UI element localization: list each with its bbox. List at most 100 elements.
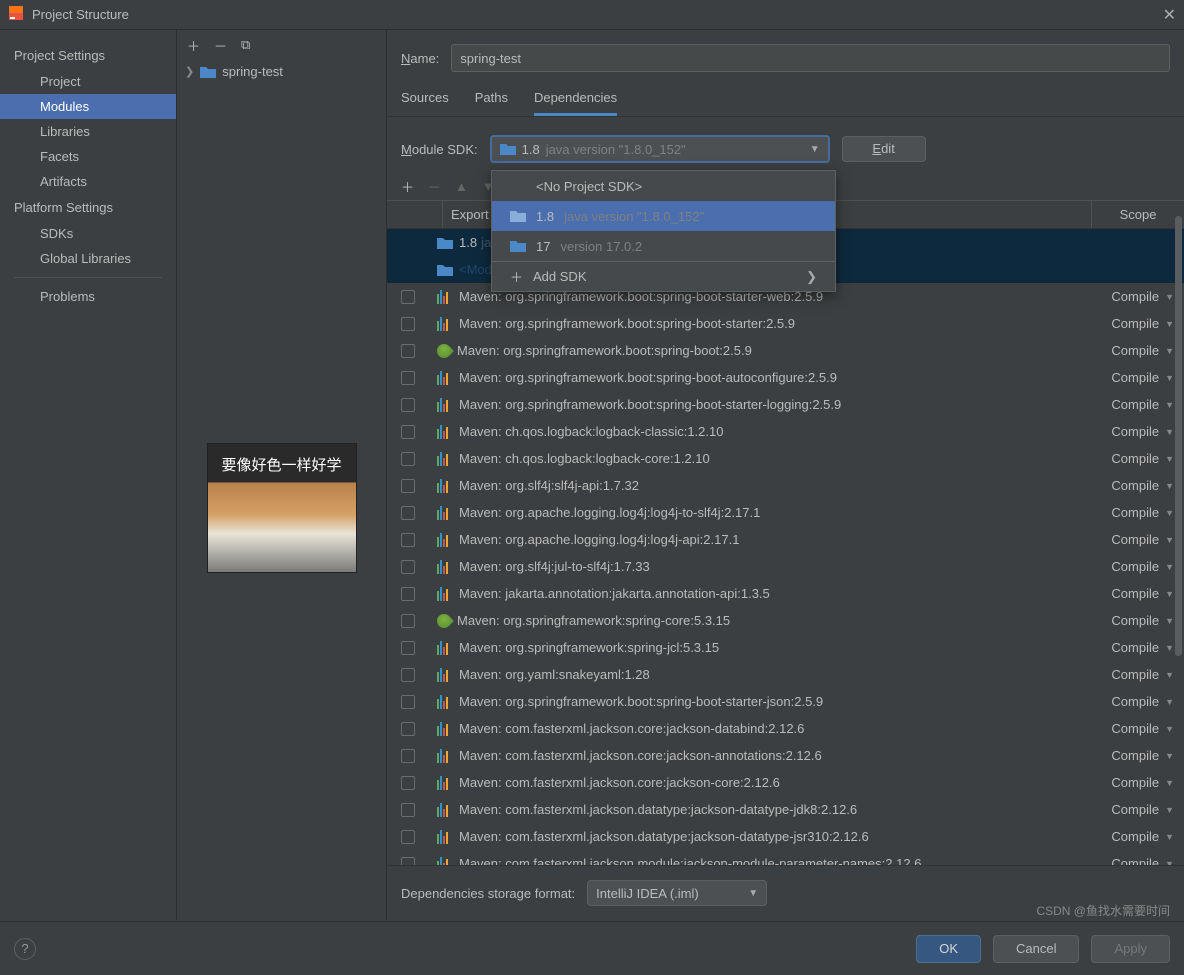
export-checkbox[interactable] <box>401 317 415 331</box>
scope-cell[interactable]: Compile ▼ <box>1111 343 1174 358</box>
move-up-icon[interactable]: ▲ <box>455 179 468 194</box>
export-checkbox[interactable] <box>401 695 415 709</box>
dependency-row[interactable]: Maven: org.springframework.boot:spring-b… <box>387 391 1184 418</box>
apply-button[interactable]: Apply <box>1091 935 1170 963</box>
export-checkbox[interactable] <box>401 398 415 412</box>
sdk-option-17[interactable]: 17 version 17.0.2 <box>492 231 835 261</box>
export-checkbox[interactable] <box>401 722 415 736</box>
export-checkbox[interactable] <box>401 803 415 817</box>
scope-cell[interactable]: Compile ▼ <box>1111 640 1174 655</box>
scope-cell[interactable]: Compile ▼ <box>1111 397 1174 412</box>
cancel-button[interactable]: Cancel <box>993 935 1079 963</box>
export-checkbox[interactable] <box>401 479 415 493</box>
module-name-input[interactable] <box>451 44 1170 72</box>
help-button[interactable]: ? <box>14 938 36 960</box>
export-checkbox[interactable] <box>401 587 415 601</box>
scope-cell[interactable]: Compile ▼ <box>1111 802 1174 817</box>
export-checkbox[interactable] <box>401 425 415 439</box>
export-checkbox[interactable] <box>401 830 415 844</box>
dependency-row[interactable]: Maven: com.fasterxml.jackson.core:jackso… <box>387 715 1184 742</box>
dependency-row[interactable]: Maven: ch.qos.logback:logback-classic:1.… <box>387 418 1184 445</box>
scope-cell[interactable]: Compile ▼ <box>1111 451 1174 466</box>
sidebar-item-artifacts[interactable]: Artifacts <box>0 169 176 194</box>
dependency-row[interactable]: Maven: org.springframework:spring-core:5… <box>387 607 1184 634</box>
export-checkbox[interactable] <box>401 344 415 358</box>
export-checkbox[interactable] <box>401 371 415 385</box>
sidebar-item-facets[interactable]: Facets <box>0 144 176 169</box>
scope-cell[interactable]: Compile ▼ <box>1111 424 1174 439</box>
scope-cell[interactable]: Compile ▼ <box>1111 856 1174 865</box>
export-checkbox[interactable] <box>401 857 415 866</box>
scope-cell[interactable]: Compile ▼ <box>1111 289 1174 304</box>
remove-icon[interactable]: － <box>428 177 441 196</box>
export-checkbox[interactable] <box>401 452 415 466</box>
dependency-row[interactable]: Maven: org.springframework:spring-jcl:5.… <box>387 634 1184 661</box>
sidebar-item-problems[interactable]: Problems <box>0 284 176 309</box>
scope-cell[interactable]: Compile ▼ <box>1111 829 1174 844</box>
storage-format-combo[interactable]: IntelliJ IDEA (.iml) ▼ <box>587 880 767 906</box>
scope-cell[interactable]: Compile ▼ <box>1111 748 1174 763</box>
export-checkbox[interactable] <box>401 533 415 547</box>
dependency-row[interactable]: Maven: ch.qos.logback:logback-core:1.2.1… <box>387 445 1184 472</box>
sdk-option-add[interactable]: ＋ Add SDK ❯ <box>492 261 835 291</box>
dependency-row[interactable]: Maven: org.springframework.boot:spring-b… <box>387 337 1184 364</box>
scope-cell[interactable]: Compile ▼ <box>1111 505 1174 520</box>
scope-cell[interactable]: Compile ▼ <box>1111 694 1174 709</box>
sidebar-item-libraries[interactable]: Libraries <box>0 119 176 144</box>
scope-cell[interactable]: Compile ▼ <box>1111 370 1174 385</box>
dependency-row[interactable]: Maven: jakarta.annotation:jakarta.annota… <box>387 580 1184 607</box>
scope-cell[interactable]: Compile ▼ <box>1111 586 1174 601</box>
export-checkbox[interactable] <box>401 290 415 304</box>
sidebar-item-project[interactable]: Project <box>0 69 176 94</box>
edit-sdk-button[interactable]: Edit <box>842 136 926 162</box>
sidebar-item-sdks[interactable]: SDKs <box>0 221 176 246</box>
scope-cell[interactable]: Compile ▼ <box>1111 613 1174 628</box>
dependency-row[interactable]: Maven: com.fasterxml.jackson.datatype:ja… <box>387 823 1184 850</box>
scope-cell[interactable]: Compile ▼ <box>1111 559 1174 574</box>
dependency-row[interactable]: Maven: org.slf4j:jul-to-slf4j:1.7.33Comp… <box>387 553 1184 580</box>
dependency-row[interactable]: Maven: org.springframework.boot:spring-b… <box>387 310 1184 337</box>
sidebar-item-global-libraries[interactable]: Global Libraries <box>0 246 176 271</box>
dependency-row[interactable]: Maven: com.fasterxml.jackson.core:jackso… <box>387 769 1184 796</box>
dependency-row[interactable]: Maven: org.springframework.boot:spring-b… <box>387 364 1184 391</box>
export-checkbox[interactable] <box>401 749 415 763</box>
dependency-row[interactable]: Maven: com.fasterxml.jackson.module:jack… <box>387 850 1184 865</box>
dependency-row[interactable]: Maven: org.yaml:snakeyaml:1.28Compile ▼ <box>387 661 1184 688</box>
close-icon[interactable]: ✕ <box>1163 5 1176 25</box>
scope-cell[interactable]: Compile ▼ <box>1111 532 1174 547</box>
tab-dependencies[interactable]: Dependencies <box>534 90 617 116</box>
dependency-row[interactable]: Maven: com.fasterxml.jackson.datatype:ja… <box>387 796 1184 823</box>
dependency-row[interactable]: Maven: com.fasterxml.jackson.core:jackso… <box>387 742 1184 769</box>
add-icon[interactable]: ＋ <box>401 177 414 196</box>
export-checkbox[interactable] <box>401 614 415 628</box>
dependency-row[interactable]: Maven: org.apache.logging.log4j:log4j-to… <box>387 499 1184 526</box>
chevron-down-icon: ▼ <box>1165 805 1174 815</box>
tree-node-module[interactable]: ❯ spring-test <box>177 60 386 83</box>
remove-icon[interactable]: － <box>214 36 227 55</box>
scope-header[interactable]: Scope <box>1092 201 1184 228</box>
export-checkbox[interactable] <box>401 506 415 520</box>
ok-button[interactable]: OK <box>916 935 981 963</box>
scrollbar-thumb[interactable] <box>1175 216 1182 656</box>
scope-cell[interactable]: Compile ▼ <box>1111 721 1174 736</box>
tab-sources[interactable]: Sources <box>401 90 449 116</box>
scope-cell[interactable]: Compile ▼ <box>1111 478 1174 493</box>
add-icon[interactable]: ＋ <box>187 36 200 55</box>
sdk-option-none[interactable]: <No Project SDK> <box>492 171 835 201</box>
export-checkbox[interactable] <box>401 776 415 790</box>
sidebar-item-modules[interactable]: Modules <box>0 94 176 119</box>
dependency-row[interactable]: Maven: org.slf4j:slf4j-api:1.7.32Compile… <box>387 472 1184 499</box>
copy-icon[interactable]: ⧉ <box>241 37 250 53</box>
dependency-row[interactable]: Maven: org.apache.logging.log4j:log4j-ap… <box>387 526 1184 553</box>
sdk-option-1-8[interactable]: 1.8 java version "1.8.0_152" <box>492 201 835 231</box>
export-checkbox[interactable] <box>401 560 415 574</box>
module-sdk-combo[interactable]: 1.8 java version "1.8.0_152" ▼ <box>490 135 830 163</box>
dependency-row[interactable]: Maven: org.springframework.boot:spring-b… <box>387 688 1184 715</box>
tab-paths[interactable]: Paths <box>475 90 508 116</box>
scope-cell[interactable]: Compile ▼ <box>1111 667 1174 682</box>
scope-cell[interactable]: Compile ▼ <box>1111 316 1174 331</box>
export-checkbox[interactable] <box>401 668 415 682</box>
export-checkbox[interactable] <box>401 641 415 655</box>
scope-cell[interactable]: Compile ▼ <box>1111 775 1174 790</box>
library-icon <box>437 479 453 493</box>
